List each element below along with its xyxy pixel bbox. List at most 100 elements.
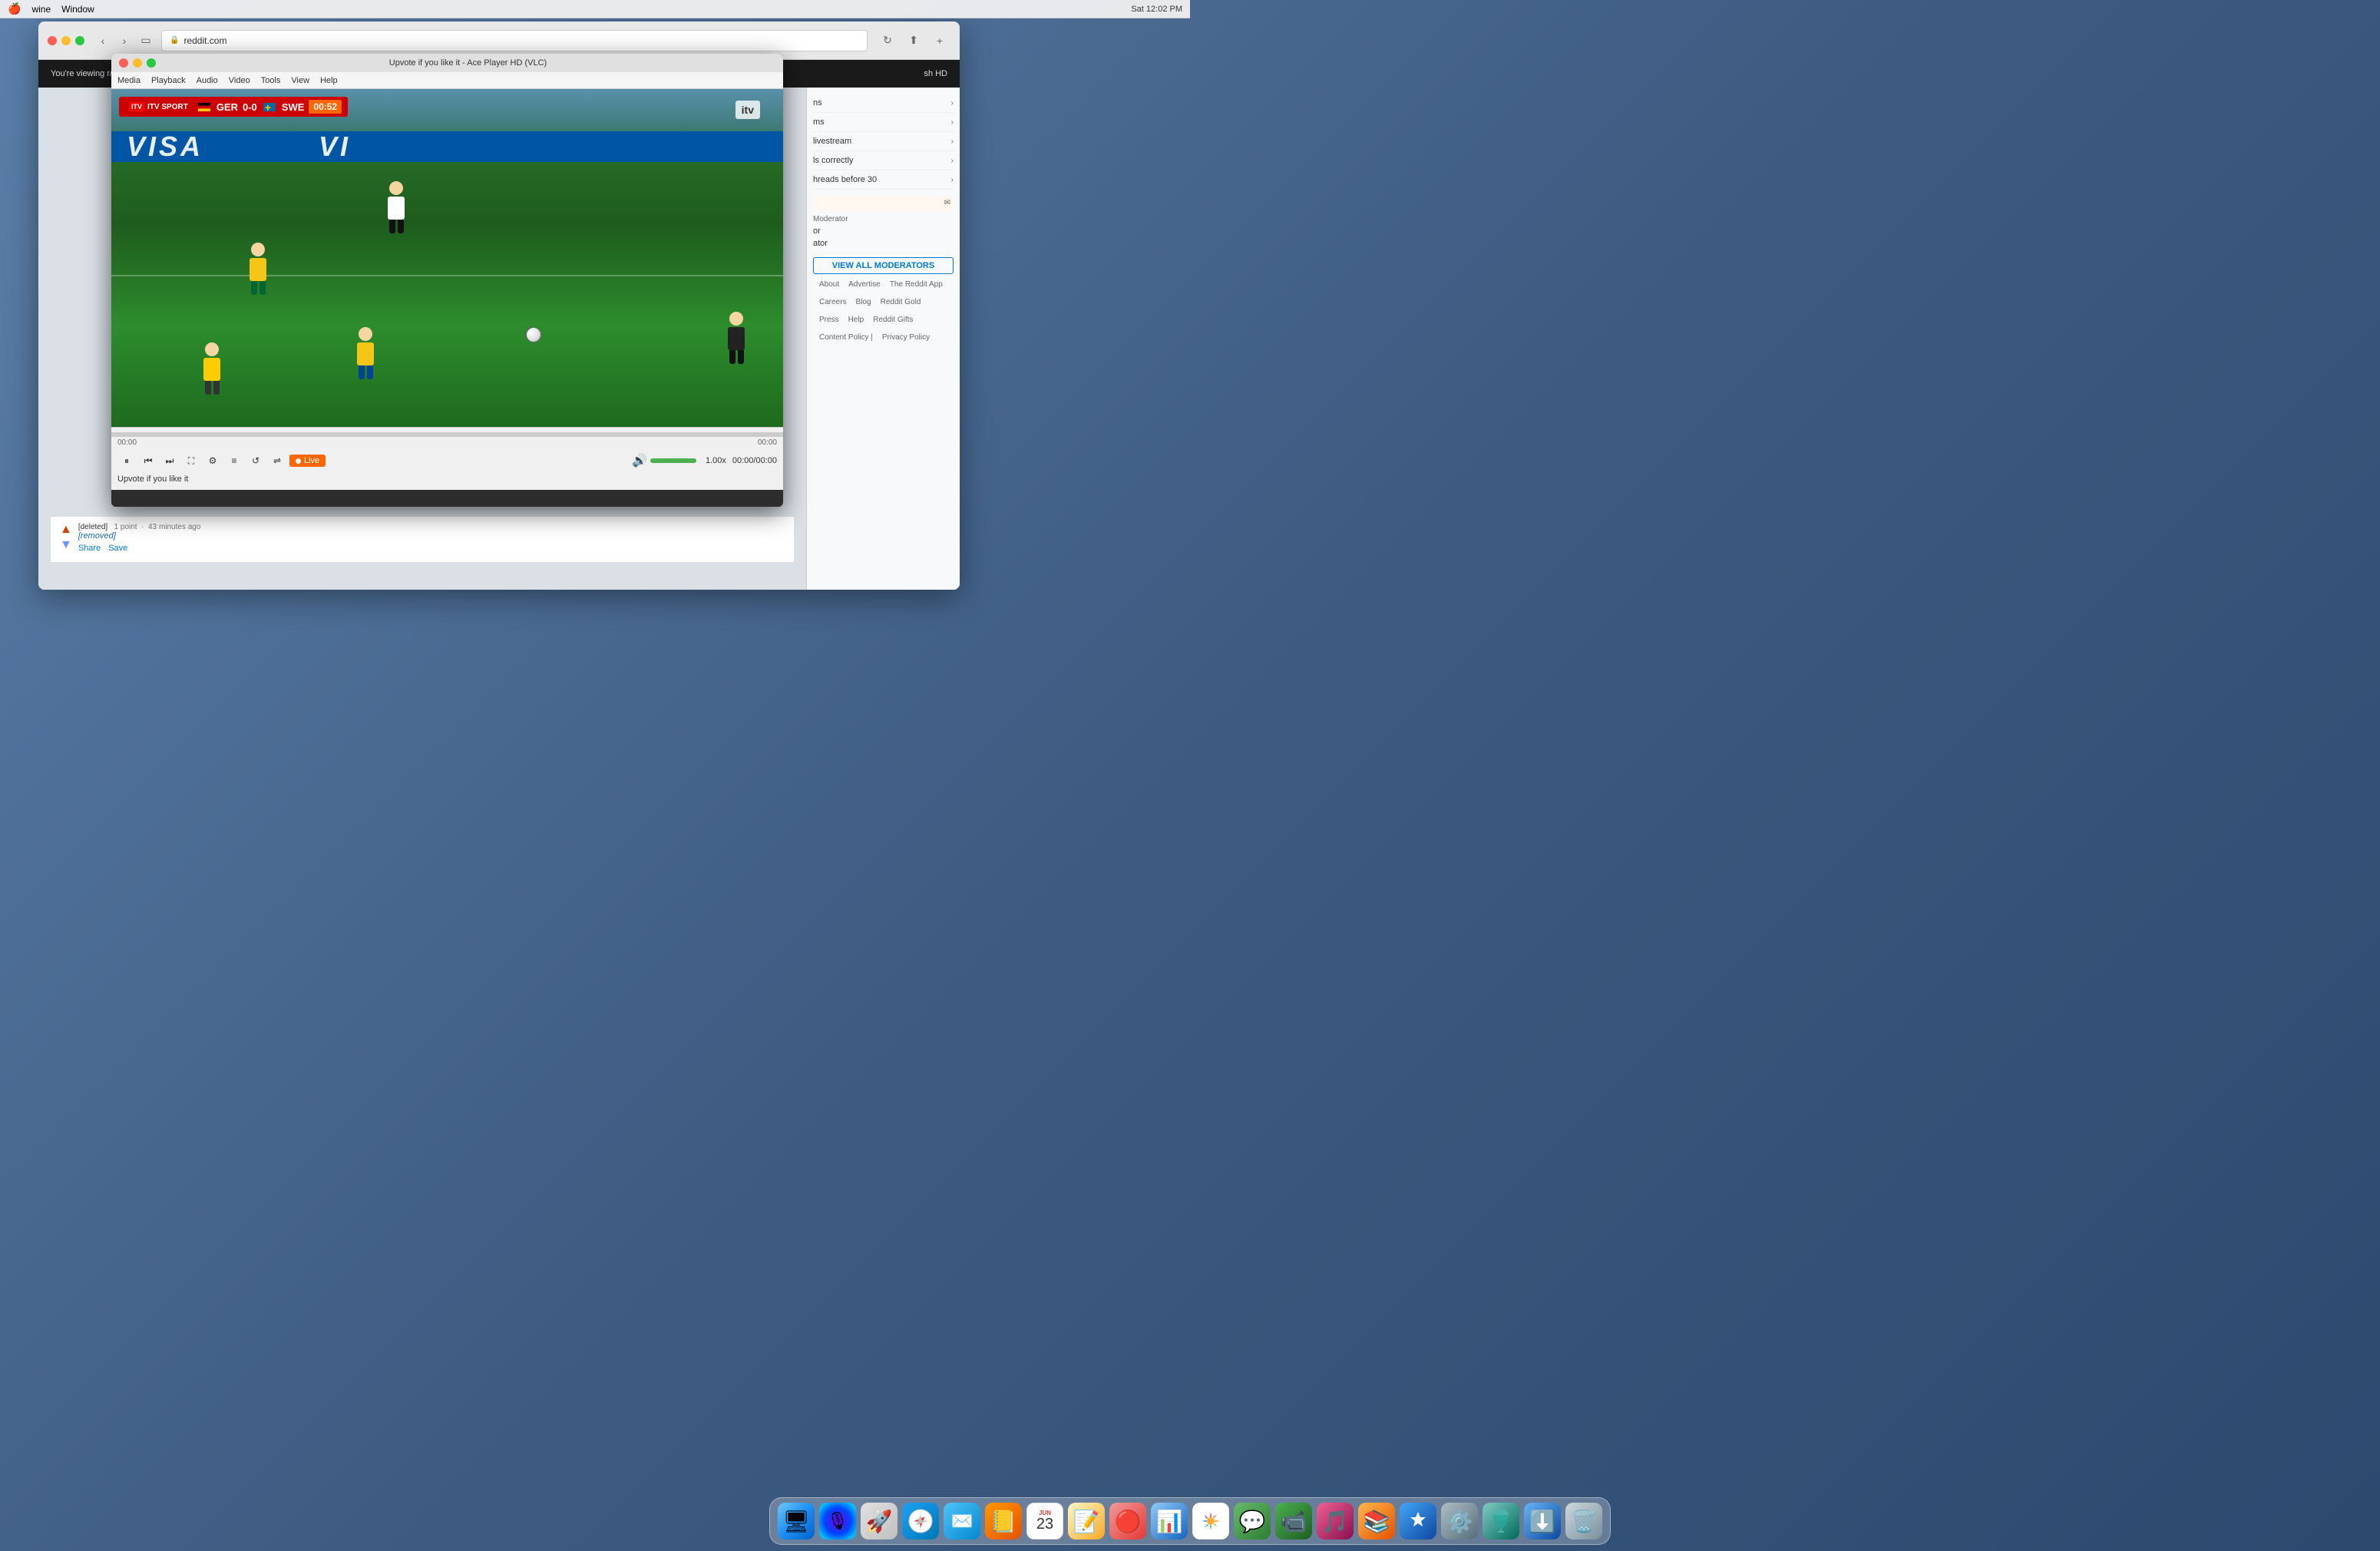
vlc-menu-tools[interactable]: Tools <box>261 76 281 85</box>
comment-item: ▲ ▼ [deleted] 1 point · 43 minutes ago <box>60 523 785 553</box>
calendar-day: 23 <box>1036 1516 1053 1532</box>
footer-advertise[interactable]: Advertise <box>848 280 881 289</box>
score-display: 0-0 <box>243 101 257 113</box>
player-referee <box>203 342 220 395</box>
vote-buttons: ▲ ▼ <box>60 523 72 552</box>
vlc-maximize-button[interactable] <box>147 58 156 68</box>
vlc-volume-bar[interactable] <box>650 458 696 463</box>
maximize-button[interactable] <box>75 36 84 45</box>
footer-reddit-app[interactable]: The Reddit App <box>890 280 943 289</box>
vlc-live-button[interactable]: Live <box>289 455 326 467</box>
vlc-titlebar: Upvote if you like it - Ace Player HD (V… <box>111 54 783 72</box>
footer-about[interactable]: About <box>819 280 839 289</box>
vlc-repeat-button[interactable]: ↺ <box>246 451 265 470</box>
dock-calendar[interactable]: JUN 23 <box>1026 1503 1063 1539</box>
dock-reminders[interactable]: 🔴 <box>1109 1503 1146 1539</box>
footer-reddit-gifts[interactable]: Reddit Gifts <box>873 316 913 324</box>
apple-icon[interactable]: 🍎 <box>8 2 21 15</box>
vlc-menu-media[interactable]: Media <box>117 76 140 85</box>
sidebar-section-threads: hreads before 30 › <box>813 170 954 190</box>
share-action[interactable]: Share <box>78 544 101 553</box>
view-all-moderators-button[interactable]: VIEW ALL MODERATORS <box>813 257 954 274</box>
dock-messages[interactable]: 💬 <box>1234 1503 1271 1539</box>
sidebar-toggle-button[interactable]: ▭ <box>137 31 155 50</box>
sidebar-correctly-chevron[interactable]: › <box>951 157 954 165</box>
close-button[interactable] <box>48 36 57 45</box>
footer-careers[interactable]: Careers <box>819 298 847 306</box>
dock-appstore[interactable] <box>1400 1503 1436 1539</box>
vlc-menu-audio[interactable]: Audio <box>197 76 218 85</box>
add-tab-button[interactable]: + <box>929 30 950 51</box>
refresh-button[interactable]: ↻ <box>877 30 898 51</box>
footer-press[interactable]: Press <box>819 316 839 324</box>
live-dot <box>296 458 301 464</box>
comment-content: [deleted] 1 point · 43 minutes ago [remo… <box>78 523 201 553</box>
downvote-button[interactable]: ▼ <box>60 538 72 552</box>
dock-siri[interactable]: 🎙 <box>819 1503 856 1539</box>
back-button[interactable]: ‹ <box>94 31 112 50</box>
channel-label: ITV ITV SPORT <box>125 101 192 113</box>
football-field: VISA VI ITV ITV SPORT GER 0-0 SWE 00:52 <box>111 89 783 427</box>
dock-facetime[interactable]: 📹 <box>1275 1503 1312 1539</box>
player-sweden-2 <box>357 327 374 379</box>
footer-reddit-gold[interactable]: Reddit Gold <box>881 298 921 306</box>
vlc-fullscreen-button[interactable]: ⛶ <box>182 451 200 470</box>
lock-icon: 🔒 <box>170 36 179 45</box>
vlc-menu-video[interactable]: Video <box>229 76 250 85</box>
dock-books[interactable]: 📚 <box>1358 1503 1395 1539</box>
url-bar[interactable]: 🔒 reddit.com <box>161 30 868 51</box>
sidebar-correctly-label: ls correctly <box>813 156 854 165</box>
window-menu[interactable]: Window <box>61 4 94 15</box>
sidebar-ms-chevron[interactable]: › <box>951 118 954 127</box>
player-germany-1 <box>388 181 405 233</box>
upvote-button[interactable]: ▲ <box>60 523 72 537</box>
wine-menu[interactable]: wine <box>31 4 51 15</box>
dock-safari[interactable] <box>902 1503 939 1539</box>
dock-downloads[interactable]: ⬇️ <box>1524 1503 1561 1539</box>
moderator-item-1[interactable]: or <box>813 225 954 237</box>
vlc-settings-button[interactable]: ⚙ <box>203 451 222 470</box>
save-action[interactable]: Save <box>108 544 127 553</box>
dock-finder[interactable]: 🖥 <box>778 1503 815 1539</box>
vlc-close-button[interactable] <box>119 58 128 68</box>
comment-score: 1 point <box>114 523 137 531</box>
vlc-next-button[interactable]: ⏭ <box>160 451 179 470</box>
dock-contacts[interactable]: 📒 <box>985 1503 1022 1539</box>
share-button[interactable]: ⬆ <box>903 30 924 51</box>
sidebar-livestream-chevron[interactable]: › <box>951 137 954 146</box>
volume-icon: 🔊 <box>632 453 647 468</box>
vlc-prev-button[interactable]: ⏮ <box>139 451 157 470</box>
dock-trash[interactable]: 🗑️ <box>1565 1503 1602 1539</box>
forward-button[interactable]: › <box>115 31 134 50</box>
footer-privacy-policy[interactable]: Privacy Policy <box>882 333 930 342</box>
sidebar-section-ns: ns › <box>813 94 954 113</box>
dock-notes[interactable]: 📝 <box>1068 1503 1105 1539</box>
vlc-minimize-button[interactable] <box>133 58 142 68</box>
sidebar-ns-chevron[interactable]: › <box>951 99 954 107</box>
dock-rocket[interactable]: 🚀 <box>861 1503 897 1539</box>
sidebar-threads-chevron[interactable]: › <box>951 176 954 184</box>
vlc-playlist-button[interactable]: ≡ <box>225 451 243 470</box>
vlc-progress-bar[interactable] <box>111 432 783 437</box>
dock-photos[interactable] <box>1192 1503 1229 1539</box>
dock-keynote[interactable]: 📊 <box>1151 1503 1188 1539</box>
footer-blog[interactable]: Blog <box>856 298 871 306</box>
dock-music[interactable]: 🎵 <box>1317 1503 1354 1539</box>
footer-content-policy[interactable]: Content Policy | <box>819 333 873 342</box>
minimize-button[interactable] <box>61 36 71 45</box>
vlc-menu-playback[interactable]: Playback <box>151 76 186 85</box>
dock-wine[interactable] <box>1483 1503 1519 1539</box>
vlc-menu-view[interactable]: View <box>291 76 309 85</box>
visa-text: VISA <box>127 131 203 162</box>
vlc-play-button[interactable]: ⏸ <box>117 451 136 470</box>
vlc-shuffle-button[interactable]: ⇌ <box>268 451 286 470</box>
dock-system-prefs[interactable]: ⚙️ <box>1441 1503 1478 1539</box>
sweden-flag <box>263 103 276 111</box>
vlc-volume-fill <box>650 458 696 463</box>
dock-mail[interactable]: ✉️ <box>944 1503 980 1539</box>
vlc-video-area[interactable]: VISA VI ITV ITV SPORT GER 0-0 SWE 00:52 <box>111 89 783 427</box>
vlc-menu-help[interactable]: Help <box>320 76 338 85</box>
moderator-item-2[interactable]: ator <box>813 237 954 250</box>
vlc-title: Upvote if you like it - Ace Player HD (V… <box>160 58 775 68</box>
footer-help[interactable]: Help <box>848 316 864 324</box>
